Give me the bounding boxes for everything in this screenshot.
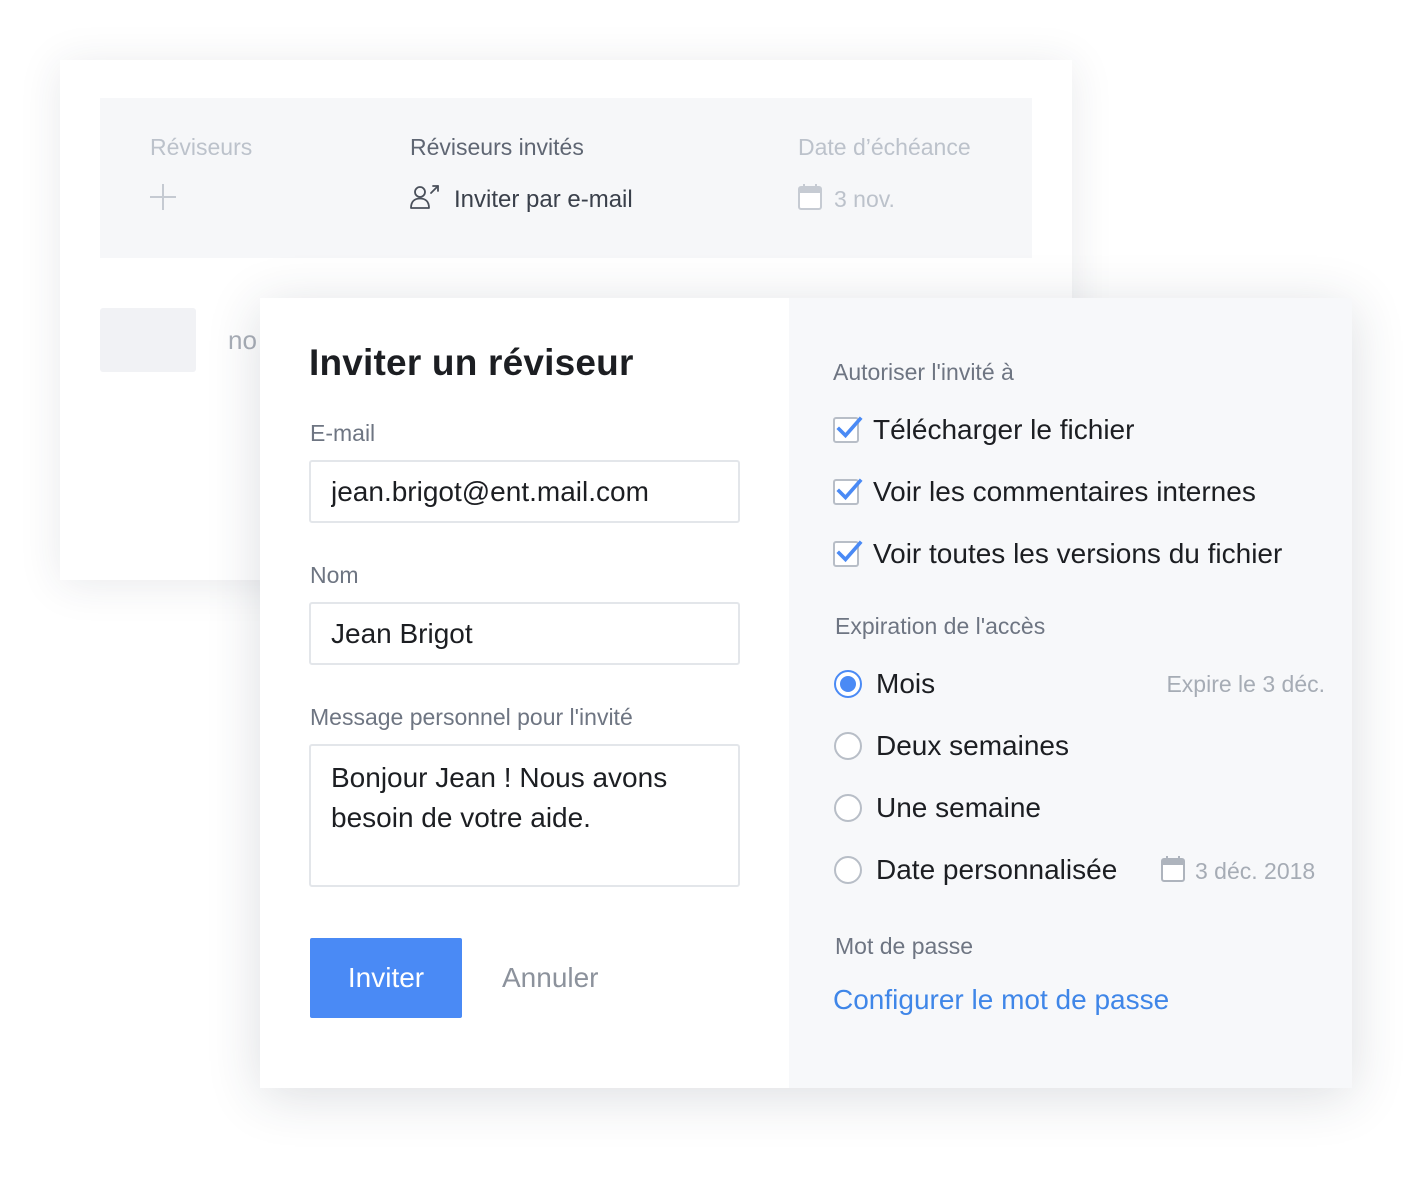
checkbox-all-versions[interactable]: [833, 540, 863, 567]
checkmark-icon: [836, 540, 863, 563]
configure-password-link[interactable]: Configurer le mot de passe: [833, 984, 1169, 1016]
permission-all-versions-label: Voir toutes les versions du fichier: [873, 538, 1283, 569]
due-date-label: Date d’échéance: [798, 134, 971, 160]
invited-reviewers-label: Réviseurs invités: [410, 134, 584, 160]
name-field[interactable]: [309, 602, 740, 665]
radio-two-weeks[interactable]: [834, 732, 862, 760]
cancel-button[interactable]: Annuler: [502, 938, 599, 1018]
calendar-icon: [798, 184, 822, 215]
checkmark-icon: [836, 478, 863, 501]
email-label: E-mail: [310, 420, 376, 446]
expiration-month[interactable]: Mois: [833, 668, 935, 700]
due-date-picker[interactable]: 3 nov.: [798, 184, 895, 215]
due-date-value: 3 nov.: [834, 186, 895, 212]
reviewers-label: Réviseurs: [150, 134, 253, 160]
radio-custom-date[interactable]: [834, 856, 862, 884]
expire-note: Expire le 3 déc.: [1166, 671, 1325, 697]
custom-date-value: 3 déc. 2018: [1195, 858, 1316, 884]
expiration-two-weeks[interactable]: Deux semaines: [833, 730, 1069, 762]
name-label: Nom: [310, 562, 359, 588]
radio-month[interactable]: [834, 670, 862, 698]
permission-internal-comments[interactable]: Voir les commentaires internes: [833, 476, 1256, 508]
expiration-one-week-label: Une semaine: [876, 792, 1041, 823]
reviewers-column: Réviseurs: [150, 134, 253, 210]
expiration-label: Expiration de l'accès: [835, 613, 1046, 639]
expiration-month-label: Mois: [876, 668, 936, 699]
invite-button[interactable]: Inviter: [310, 938, 462, 1018]
invite-options-panel: Autoriser l'invité à Télécharger le fich…: [789, 298, 1352, 1088]
invite-by-email-link[interactable]: Inviter par e-mail: [410, 184, 633, 215]
permission-download[interactable]: Télécharger le fichier: [833, 414, 1134, 446]
invite-user-icon: [410, 184, 440, 215]
expiration-custom-date-label: Date personnalisée: [876, 854, 1118, 885]
expiration-custom-date[interactable]: Date personnalisée: [833, 854, 1117, 886]
invite-form-panel: Inviter un réviseur E-mail Nom Message p…: [260, 298, 789, 1088]
checkbox-internal-comments[interactable]: [833, 478, 863, 505]
plus-icon[interactable]: [150, 184, 176, 210]
message-field[interactable]: Bonjour Jean ! Nous avons besoin de votr…: [309, 744, 740, 887]
message-label: Message personnel pour l'invité: [310, 704, 633, 730]
partial-text: no: [228, 325, 257, 355]
permission-download-label: Télécharger le fichier: [873, 414, 1135, 445]
placeholder-block: [100, 308, 196, 372]
invited-reviewers-column: Réviseurs invités Inviter par e-mail: [410, 134, 633, 213]
email-field[interactable]: [309, 460, 740, 523]
dialog-title: Inviter un réviseur: [309, 342, 634, 383]
invite-by-email-label: Inviter par e-mail: [454, 185, 633, 213]
due-date-column: Date d’échéance 3 nov.: [798, 134, 971, 212]
radio-one-week[interactable]: [834, 794, 862, 822]
permission-internal-comments-label: Voir les commentaires internes: [873, 476, 1256, 507]
calendar-icon: [1161, 856, 1185, 887]
permission-all-versions[interactable]: Voir toutes les versions du fichier: [833, 538, 1282, 570]
reviewers-panel: Réviseurs Réviseurs invités Inviter par …: [100, 98, 1032, 258]
expiration-one-week[interactable]: Une semaine: [833, 792, 1041, 824]
checkmark-icon: [836, 416, 863, 439]
checkbox-download[interactable]: [833, 416, 863, 443]
invite-reviewer-dialog: Inviter un réviseur E-mail Nom Message p…: [260, 298, 1352, 1088]
permissions-label: Autoriser l'invité à: [833, 359, 1014, 385]
custom-date-picker[interactable]: 3 déc. 2018: [1161, 856, 1315, 887]
expiration-two-weeks-label: Deux semaines: [876, 730, 1069, 761]
password-label: Mot de passe: [835, 933, 974, 959]
